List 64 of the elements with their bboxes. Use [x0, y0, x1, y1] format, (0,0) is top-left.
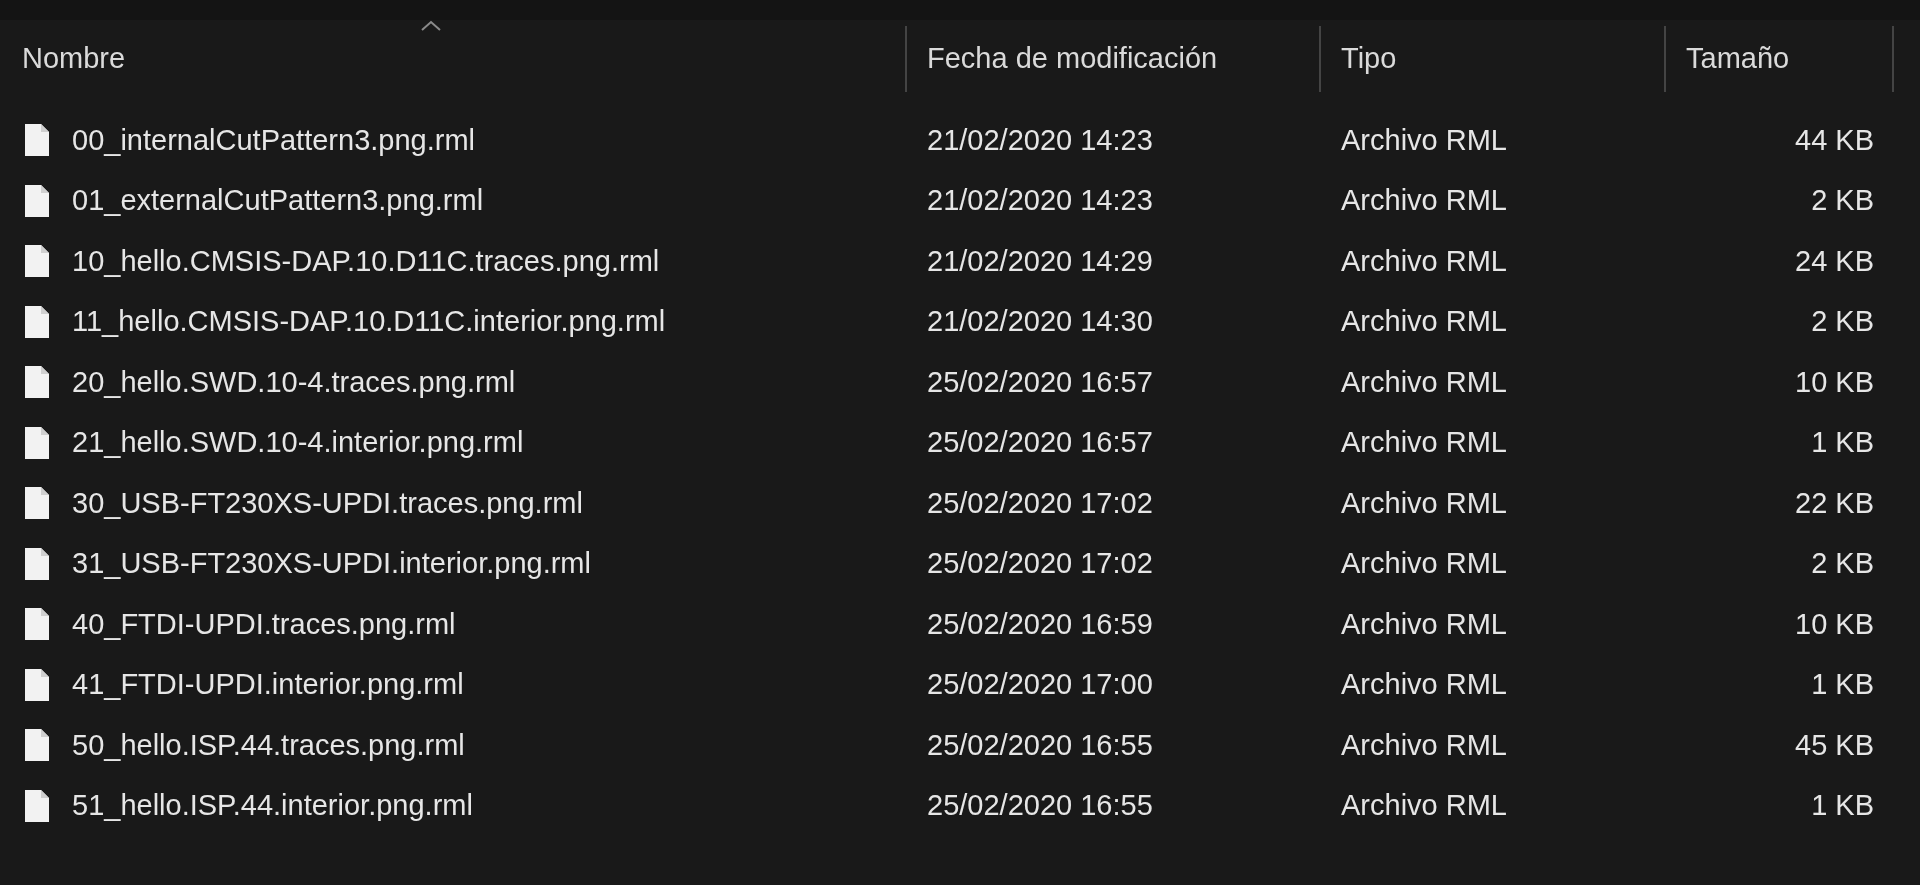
file-icon: [24, 607, 50, 642]
modified-date: 21/02/2020 14:30: [927, 305, 1153, 339]
file-name[interactable]: 20_hello.SWD.10-4.traces.png.rml: [72, 365, 516, 399]
file-name[interactable]: 11_hello.CMSIS-DAP.10.D11C.interior.png.rml: [72, 305, 666, 339]
file-icon: [24, 667, 50, 702]
file-type: Archivo RML: [1341, 728, 1507, 762]
file-icon: [24, 183, 50, 218]
file-name[interactable]: 51_hello.ISP.44.interior.png.rml: [72, 789, 473, 823]
modified-date: 25/02/2020 16:55: [927, 728, 1153, 762]
file-name[interactable]: 50_hello.ISP.44.traces.png.rml: [72, 728, 465, 762]
modified-date: 25/02/2020 17:02: [927, 486, 1153, 520]
file-type: Archivo RML: [1341, 244, 1507, 278]
file-icon: [24, 365, 50, 400]
file-type: Archivo RML: [1341, 365, 1507, 399]
file-icon: [24, 728, 50, 763]
modified-date: 21/02/2020 14:23: [927, 184, 1153, 218]
file-type: Archivo RML: [1341, 547, 1507, 581]
file-icon: [24, 123, 50, 158]
file-name[interactable]: 21_hello.SWD.10-4.interior.png.rml: [72, 426, 524, 460]
file-name[interactable]: 30_USB-FT230XS-UPDI.traces.png.rml: [72, 486, 583, 520]
file-icon: [24, 486, 50, 521]
file-icon: [24, 788, 50, 823]
column-header[interactable]: Tamaño: [1686, 41, 1790, 75]
file-icon: [24, 425, 50, 460]
file-icon: [24, 244, 50, 279]
file-type: Archivo RML: [1341, 668, 1507, 702]
file-type: Archivo RML: [1341, 123, 1507, 157]
file-size: 10 KB: [1795, 365, 1874, 399]
file-name[interactable]: 40_FTDI-UPDI.traces.png.rml: [72, 607, 456, 641]
file-type: Archivo RML: [1341, 305, 1507, 339]
modified-date: 21/02/2020 14:23: [927, 123, 1153, 157]
column-header[interactable]: Nombre: [22, 41, 126, 75]
modified-date: 25/02/2020 17:02: [927, 547, 1153, 581]
file-icon: [24, 304, 50, 339]
file-name[interactable]: 31_USB-FT230XS-UPDI.interior.png.rml: [72, 547, 591, 581]
modified-date: 25/02/2020 16:59: [927, 607, 1153, 641]
column-header[interactable]: Fecha de modificación: [927, 41, 1218, 75]
file-size: 44 KB: [1795, 123, 1874, 157]
file-type: Archivo RML: [1341, 789, 1507, 823]
file-name[interactable]: 00_internalCutPattern3.png.rml: [72, 123, 475, 157]
file-size: 22 KB: [1795, 486, 1874, 520]
file-type: Archivo RML: [1341, 426, 1507, 460]
file-size: 24 KB: [1795, 244, 1874, 278]
modified-date: 25/02/2020 16:57: [927, 365, 1153, 399]
file-size: 1 KB: [1811, 426, 1874, 460]
file-name[interactable]: 10_hello.CMSIS-DAP.10.D11C.traces.png.rml: [72, 244, 660, 278]
modified-date: 25/02/2020 16:55: [927, 789, 1153, 823]
file-type: Archivo RML: [1341, 486, 1507, 520]
file-icon: [24, 546, 50, 581]
file-name[interactable]: 41_FTDI-UPDI.interior.png.rml: [72, 668, 464, 702]
file-size: 2 KB: [1811, 305, 1874, 339]
file-size: 45 KB: [1795, 728, 1874, 762]
file-type: Archivo RML: [1341, 607, 1507, 641]
file-size: 1 KB: [1811, 789, 1874, 823]
column-header[interactable]: Tipo: [1341, 41, 1397, 75]
file-size: 2 KB: [1811, 184, 1874, 218]
file-size: 1 KB: [1811, 668, 1874, 702]
modified-date: 25/02/2020 17:00: [927, 668, 1153, 702]
modified-date: 25/02/2020 16:57: [927, 426, 1153, 460]
file-name[interactable]: 01_externalCutPattern3.png.rml: [72, 184, 484, 218]
file-type: Archivo RML: [1341, 184, 1507, 218]
file-size: 10 KB: [1795, 607, 1874, 641]
modified-date: 21/02/2020 14:29: [927, 244, 1153, 278]
file-size: 2 KB: [1811, 547, 1874, 581]
